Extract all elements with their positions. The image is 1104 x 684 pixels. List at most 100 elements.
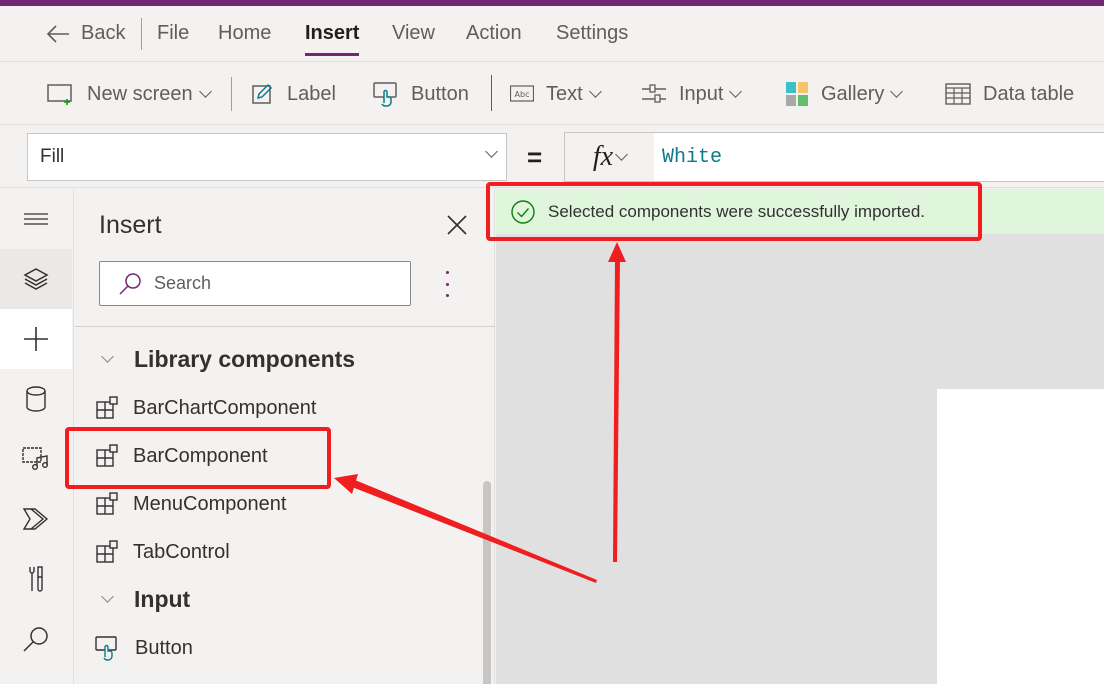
rail-advanced-tools-button[interactable] bbox=[0, 549, 72, 609]
chevron-down-icon bbox=[588, 85, 602, 98]
hamburger-icon bbox=[24, 213, 48, 225]
pencil-edit-icon bbox=[252, 83, 273, 104]
gallery-button[interactable]: Gallery bbox=[785, 63, 904, 125]
label-button[interactable]: Label bbox=[251, 63, 336, 125]
formula-bar: Fill = fx White bbox=[0, 126, 1104, 188]
menu-divider bbox=[141, 18, 142, 50]
notification-message: Selected components were successfully im… bbox=[548, 201, 926, 221]
component-icon bbox=[96, 396, 118, 419]
sliders-input-icon bbox=[642, 84, 666, 103]
property-dropdown[interactable]: Fill bbox=[27, 133, 507, 181]
kebab-dot bbox=[445, 294, 449, 297]
kebab-dot bbox=[445, 282, 449, 286]
layers-icon bbox=[23, 268, 49, 290]
more-options-button[interactable] bbox=[439, 271, 455, 297]
media-icon bbox=[22, 447, 49, 471]
close-panel-button[interactable] bbox=[445, 213, 471, 239]
panel-divider bbox=[75, 326, 495, 327]
new-screen-button[interactable]: New screen bbox=[47, 63, 212, 125]
rail-tree-view-button[interactable] bbox=[0, 249, 72, 309]
ribbon-toolbar: New screen Label Button Abc Text Input G… bbox=[0, 63, 1104, 125]
section-input[interactable]: Input bbox=[99, 586, 190, 613]
chevron-down-icon bbox=[729, 85, 743, 98]
checkmark-circle-icon bbox=[511, 199, 535, 224]
input-button[interactable]: Input bbox=[641, 63, 743, 125]
toolbar-divider bbox=[231, 77, 232, 111]
equals-sign: = bbox=[527, 142, 543, 172]
button-hand-icon bbox=[373, 82, 397, 107]
label-label: Label bbox=[287, 82, 336, 105]
component-icon bbox=[96, 492, 118, 515]
data-table-button[interactable]: Data table bbox=[945, 63, 1074, 125]
tab-home[interactable]: Home bbox=[218, 6, 271, 62]
database-icon bbox=[26, 386, 46, 412]
chevron-down-icon bbox=[890, 85, 904, 98]
button-hand-icon bbox=[95, 636, 117, 661]
fx-function-button[interactable]: fx bbox=[564, 132, 655, 182]
tab-insert[interactable]: Insert bbox=[305, 6, 360, 62]
list-item-tabcontrol[interactable]: TabControl bbox=[95, 532, 230, 572]
item-label: BarComponent bbox=[133, 444, 268, 467]
back-button[interactable]: Back bbox=[45, 6, 125, 62]
tab-view[interactable]: View bbox=[392, 6, 435, 62]
text-button[interactable]: Abc Text bbox=[510, 63, 602, 125]
plus-icon bbox=[24, 327, 48, 351]
list-item-button[interactable]: Button bbox=[95, 628, 193, 668]
chevron-down-icon bbox=[485, 145, 498, 158]
item-label: BarChartComponent bbox=[133, 396, 317, 419]
toolbar-divider bbox=[491, 75, 492, 111]
rail-media-button[interactable] bbox=[0, 429, 72, 489]
list-item-barchartcomponent[interactable]: BarChartComponent bbox=[95, 388, 316, 428]
insert-panel: Insert Search Library components BarChar… bbox=[75, 189, 495, 684]
chevron-down-icon bbox=[101, 590, 114, 603]
search-icon bbox=[119, 272, 141, 295]
panel-scrollbar[interactable] bbox=[483, 481, 491, 684]
input-label: Input bbox=[679, 82, 724, 105]
section-label: Library components bbox=[134, 346, 356, 372]
chevron-down-icon bbox=[615, 148, 628, 161]
chevron-down-icon bbox=[198, 85, 212, 98]
panel-title: Insert bbox=[99, 211, 162, 239]
rail-menu-button[interactable] bbox=[0, 189, 72, 249]
text-label: Text bbox=[546, 82, 583, 105]
power-automate-icon bbox=[22, 508, 49, 530]
left-rail bbox=[0, 189, 74, 684]
button-label: Button bbox=[411, 82, 469, 105]
search-placeholder: Search bbox=[154, 273, 212, 293]
new-screen-label: New screen bbox=[87, 82, 193, 105]
search-icon bbox=[23, 627, 48, 652]
rail-data-button[interactable] bbox=[0, 369, 72, 429]
section-library-components[interactable]: Library components bbox=[99, 346, 355, 373]
new-screen-icon bbox=[47, 84, 72, 105]
rail-power-automate-button[interactable] bbox=[0, 489, 72, 549]
arrow-left-icon bbox=[46, 24, 69, 43]
rail-insert-button[interactable] bbox=[0, 309, 72, 369]
app-screen-preview[interactable] bbox=[937, 389, 1104, 684]
list-item-barcomponent[interactable]: BarComponent bbox=[95, 436, 268, 476]
button-insert-button[interactable]: Button bbox=[373, 63, 469, 125]
tab-action[interactable]: Action bbox=[466, 6, 522, 62]
text-abc-icon: Abc bbox=[510, 85, 534, 102]
data-table-label: Data table bbox=[983, 82, 1075, 105]
rail-search-button[interactable] bbox=[0, 609, 72, 669]
gallery-grid-icon bbox=[786, 82, 808, 106]
list-item-menucomponent[interactable]: MenuComponent bbox=[95, 484, 286, 524]
table-icon bbox=[945, 83, 971, 105]
formula-input[interactable]: White bbox=[654, 132, 1104, 182]
item-label: TabControl bbox=[133, 540, 230, 563]
component-icon bbox=[96, 444, 118, 467]
item-label: Button bbox=[135, 636, 193, 659]
tools-icon bbox=[29, 566, 43, 592]
section-label: Input bbox=[134, 586, 191, 612]
gallery-label: Gallery bbox=[821, 82, 885, 105]
item-label: MenuComponent bbox=[133, 492, 287, 515]
kebab-dot bbox=[445, 271, 449, 274]
tab-file[interactable]: File bbox=[157, 6, 189, 62]
chevron-down-icon bbox=[101, 350, 114, 363]
fx-icon: fx bbox=[592, 141, 614, 172]
success-notification: Selected components were successfully im… bbox=[496, 189, 1104, 234]
close-icon bbox=[447, 215, 467, 235]
back-label: Back bbox=[81, 22, 126, 44]
tab-settings[interactable]: Settings bbox=[556, 6, 628, 62]
search-input[interactable]: Search bbox=[99, 261, 411, 306]
